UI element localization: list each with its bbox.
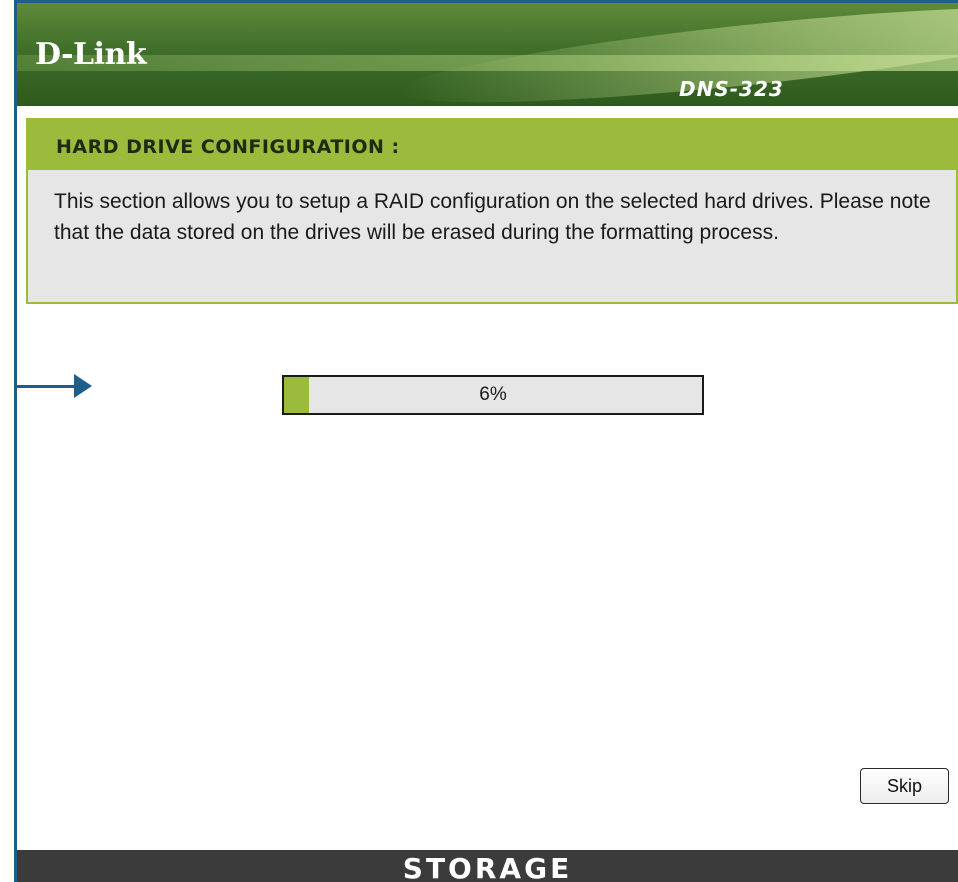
progress-label: 6% [479, 384, 507, 405]
footer-label: STORAGE [402, 852, 573, 882]
model-name: DNS-323 [679, 77, 784, 101]
hard-drive-config-section: HARD DRIVE CONFIGURATION : This section … [26, 118, 958, 304]
section-title: HARD DRIVE CONFIGURATION : [56, 136, 400, 158]
annotation-frame-left [14, 0, 17, 882]
format-progress-bar: 6% [282, 375, 704, 415]
header-band [17, 55, 958, 71]
section-description: This section allows you to setup a RAID … [54, 190, 931, 244]
footer-bar: STORAGE [17, 850, 958, 882]
annotation-arrow-head [74, 374, 92, 398]
header-banner: D-Link DNS-323 [17, 3, 958, 106]
section-title-bar: HARD DRIVE CONFIGURATION : [28, 120, 958, 170]
dlink-logo: D-Link [35, 37, 147, 72]
page: D-Link DNS-323 HARD DRIVE CONFIGURATION … [0, 0, 958, 882]
annotation-arrow-line [17, 385, 77, 388]
skip-button[interactable]: Skip [860, 768, 949, 804]
